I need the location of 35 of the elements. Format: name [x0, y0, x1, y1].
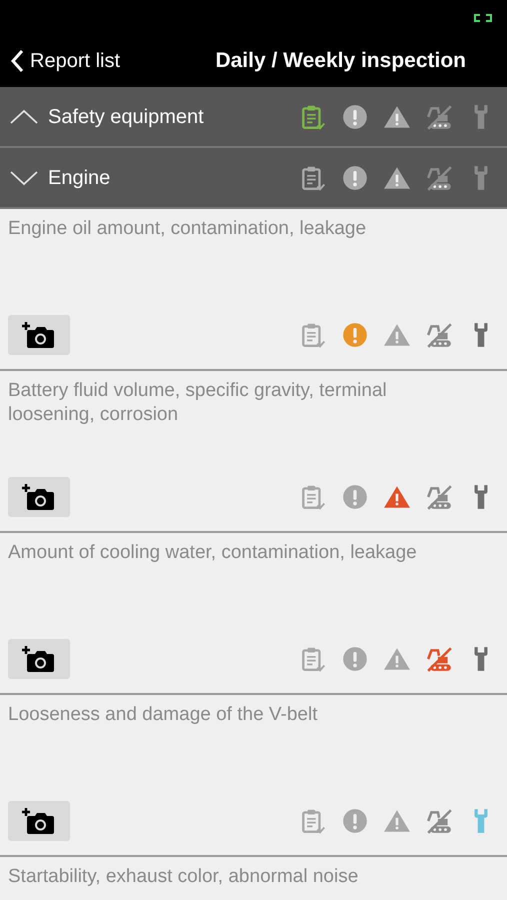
exclamation-circle-icon[interactable]	[341, 164, 369, 192]
camera-plus-icon	[22, 644, 56, 674]
camera-plus-icon	[22, 806, 56, 836]
clipboard-check-icon[interactable]	[299, 645, 327, 673]
excavator-slash-icon[interactable]	[425, 483, 453, 511]
back-button[interactable]: Report list	[10, 46, 120, 76]
camera-plus-icon	[22, 320, 56, 350]
section-title: Safety equipment	[48, 104, 204, 130]
inspection-item-text: Startability, exhaust color, abnormal noise	[8, 866, 358, 887]
add-photo-button[interactable]	[8, 639, 70, 679]
exclamation-circle-icon[interactable]	[341, 102, 369, 130]
inspection-item-text: Battery fluid volume, specific gravity, terminal loosening, corrosion	[8, 379, 388, 427]
excavator-slash-icon[interactable]	[425, 321, 453, 349]
chevron-left-icon	[10, 49, 24, 73]
add-photo-button[interactable]	[8, 801, 70, 841]
section-header[interactable]: Engine	[0, 148, 507, 209]
excavator-slash-icon[interactable]	[425, 645, 453, 673]
page-title: Daily / Weekly inspection	[215, 48, 466, 74]
inspection-item-text: Engine oil amount, contamination, leakage	[8, 217, 368, 241]
section-title: Engine	[48, 166, 110, 190]
inspection-item-text: Looseness and damage of the V-belt	[8, 703, 319, 727]
add-photo-button[interactable]	[8, 477, 70, 517]
clipboard-check-icon[interactable]	[299, 483, 327, 511]
clipboard-check-icon[interactable]	[299, 321, 327, 349]
status-indicator-icon	[473, 12, 493, 22]
camera-plus-icon	[22, 482, 56, 512]
excavator-slash-icon[interactable]	[425, 102, 453, 130]
excavator-slash-icon[interactable]	[425, 807, 453, 835]
section-header[interactable]: Safety equipment	[0, 87, 507, 148]
excavator-slash-icon[interactable]	[425, 164, 453, 192]
inspection-item-text: Amount of cooling water, contamination, leakage	[8, 541, 418, 565]
add-photo-button[interactable]	[8, 315, 70, 355]
clipboard-check-icon[interactable]	[299, 807, 327, 835]
clipboard-check-icon[interactable]	[299, 102, 327, 130]
clipboard-check-icon[interactable]	[299, 164, 327, 192]
